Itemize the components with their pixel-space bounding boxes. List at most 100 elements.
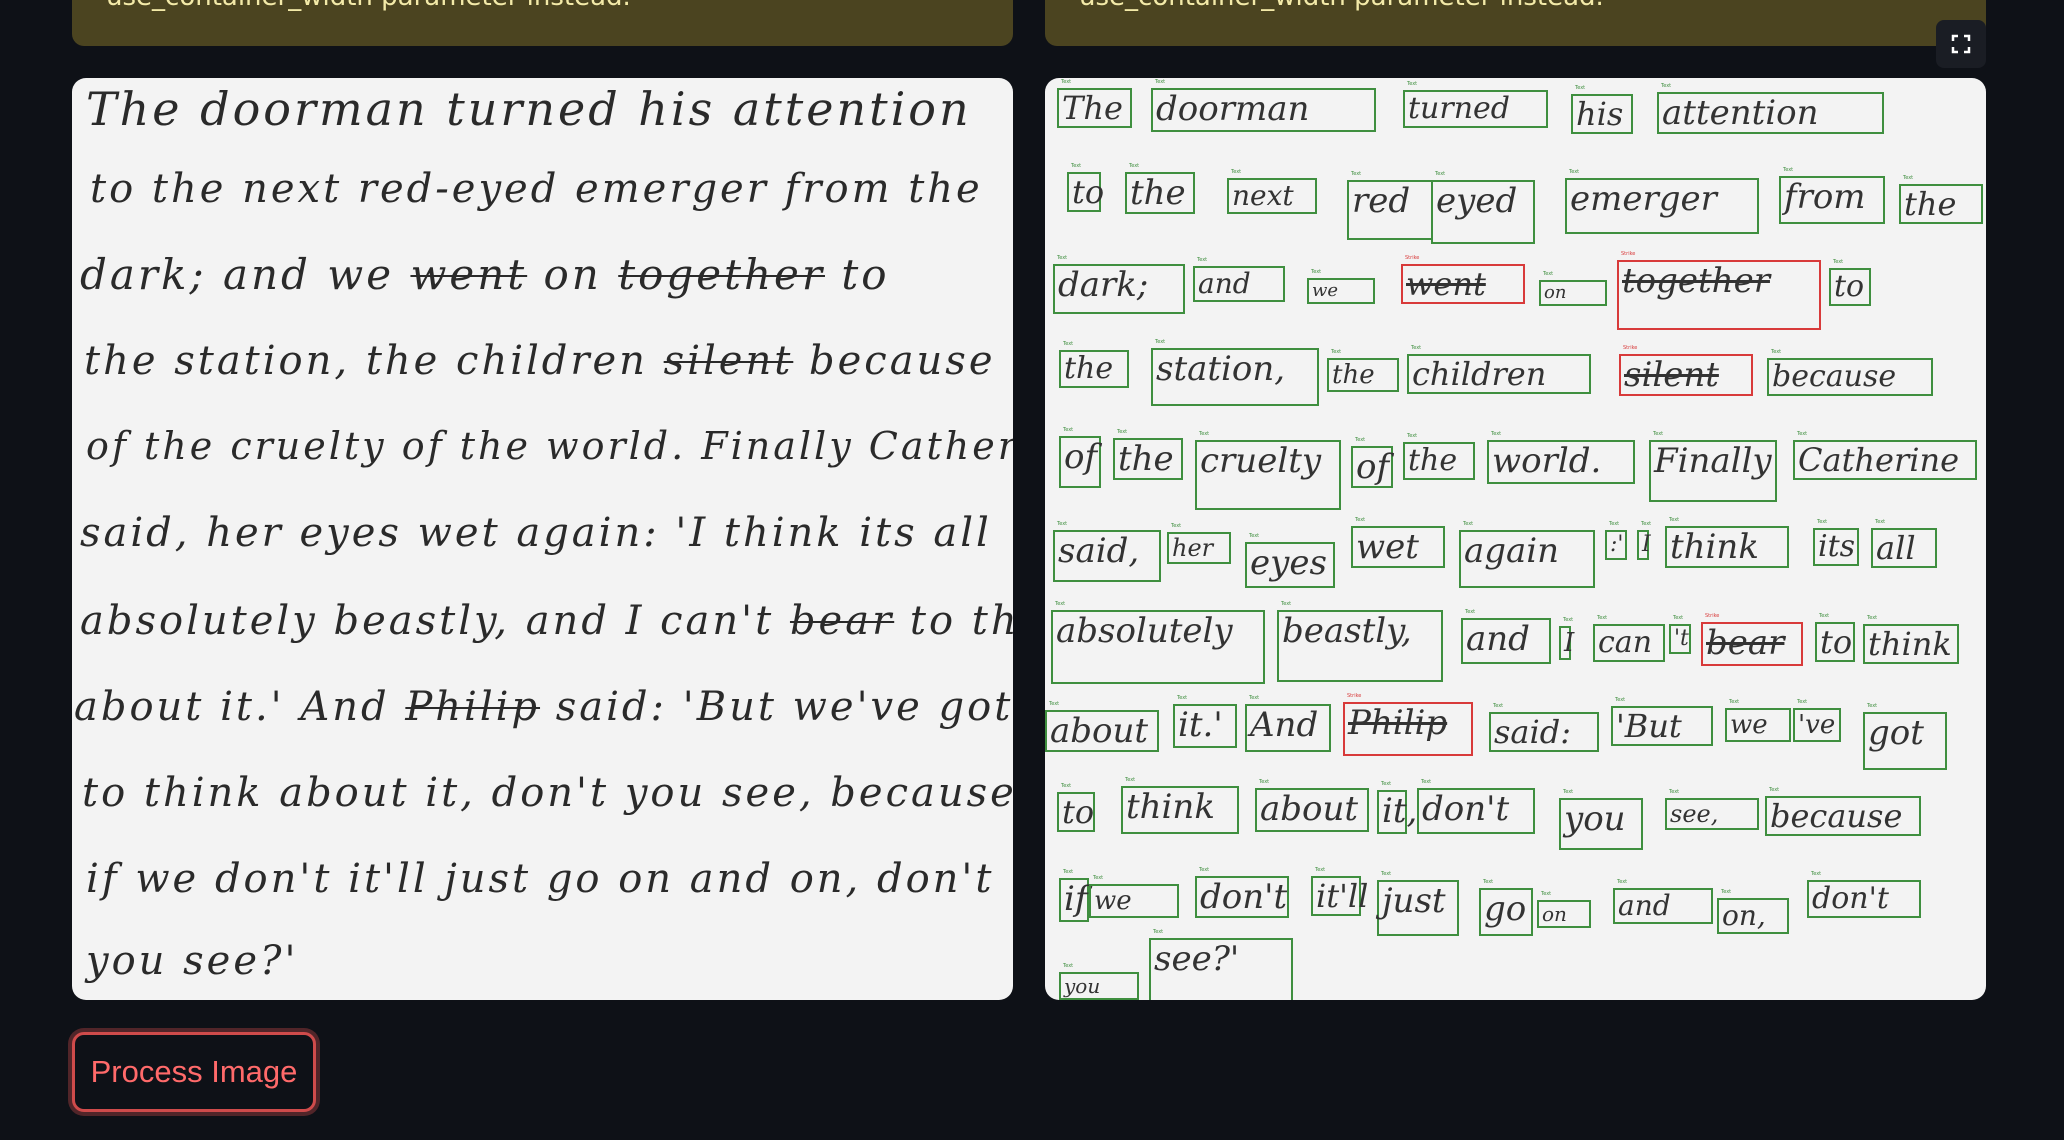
process-image-button[interactable]: Process Image [72, 1032, 316, 1112]
detection-label: Text [1117, 429, 1128, 435]
text-detection-box: Text about [1255, 780, 1369, 832]
detection-label: Text [1381, 781, 1392, 787]
text-detection-box: Text absolutely [1051, 602, 1265, 684]
handwriting-line: absolutely beastly, and I can't bear to … [80, 598, 1013, 644]
detected-word: beastly, [1282, 611, 1412, 651]
detection-label: Strike [1623, 345, 1638, 351]
detection-label: Text [1049, 701, 1060, 707]
detected-word: because [1770, 797, 1903, 835]
strike-detection-box: Strike went [1401, 256, 1525, 304]
detected-word: to [1072, 173, 1105, 211]
detected-word: about [1260, 789, 1359, 829]
detected-word: don't [1812, 881, 1889, 916]
detected-word: go [1484, 889, 1527, 929]
text-detection-box: Text the [1403, 434, 1475, 480]
deprecation-warning-left: use_container_width parameter instead. [72, 0, 1013, 46]
detection-label: Text [1435, 171, 1446, 177]
detection-label: Text [1875, 519, 1886, 525]
detection-label: Text [1541, 891, 1552, 897]
detected-word: again [1464, 531, 1560, 571]
text-detection-box: Text attention [1657, 84, 1884, 134]
handwriting-line: about it.' And Philip said: 'But we've g… [74, 684, 1013, 730]
warning-text: use_container_width parameter instead. [106, 0, 631, 12]
fullscreen-button[interactable] [1936, 20, 1986, 68]
detection-label: Text [1867, 615, 1878, 621]
struck-word: bear [789, 598, 895, 644]
handwriting-word: to [824, 250, 890, 299]
handwriting-line: said, her eyes wet again: 'I think its a… [80, 510, 992, 556]
detection-label: Text [1811, 871, 1822, 877]
detection-label: Text [1155, 79, 1166, 85]
text-detection-box: Text don't [1195, 868, 1289, 918]
detected-word: it, [1382, 791, 1418, 831]
detected-word: got [1868, 713, 1924, 753]
text-detection-box: Text again [1459, 522, 1595, 588]
detection-label: Strike [1347, 693, 1362, 699]
detection-label: Text [1055, 601, 1066, 607]
text-detection-box: Text about [1045, 702, 1159, 752]
detection-label: Text [1315, 867, 1326, 873]
handwriting-word: said: 'But we've got [540, 684, 1013, 730]
detected-word: think [1670, 527, 1759, 567]
detection-label: Text [1483, 879, 1494, 885]
detection-label: Text [1491, 431, 1502, 437]
text-detection-box: Text the [1113, 430, 1183, 480]
detection-label: Text [1563, 617, 1574, 623]
detected-word: went [1406, 265, 1486, 303]
detection-label: Text [1729, 699, 1740, 705]
detected-word: red [1352, 181, 1411, 221]
detected-word: 't [1674, 626, 1689, 651]
text-detection-box: Text and [1193, 258, 1285, 302]
detection-label: Text [1197, 257, 1208, 263]
detected-word: we [1730, 710, 1768, 740]
text-detection-box: Text the [1125, 164, 1195, 214]
detected-word: next [1232, 179, 1294, 212]
detected-word: and [1618, 889, 1671, 922]
detected-word: from [1784, 177, 1866, 217]
detection-label: Text [1569, 169, 1580, 175]
text-detection-box: Text to [1829, 260, 1871, 306]
detection-label: Text [1129, 163, 1140, 169]
detected-word: children [1412, 355, 1547, 393]
detected-word: to [1062, 793, 1095, 831]
detection-label: Text [1615, 697, 1626, 703]
text-detection-box: Text to [1067, 164, 1105, 212]
detected-word: just [1382, 881, 1446, 921]
detection-label: Text [1867, 703, 1878, 709]
handwriting-line: The doorman turned his attention [86, 82, 972, 136]
text-detection-box: Text it.' [1173, 696, 1237, 748]
detection-label: Text [1797, 699, 1808, 705]
detected-word: to [1820, 623, 1853, 661]
text-detection-box: Text said: [1489, 704, 1599, 752]
text-detection-box: Text next [1227, 170, 1317, 214]
handwriting-line: you see?' [86, 938, 299, 984]
text-detection-box: Text the [1327, 350, 1399, 392]
detection-label: Text [1563, 789, 1574, 795]
handwriting-line: of the cruelty of the world. Finally Cat… [86, 424, 1013, 468]
text-detection-box: Text wet [1351, 518, 1445, 568]
detection-label: Text [1721, 889, 1732, 895]
detection-label: Text [1063, 341, 1074, 347]
handwriting-word: because [793, 338, 996, 384]
text-detection-box: Text on [1537, 892, 1591, 928]
strike-detection-box: Strike Philip [1343, 694, 1473, 756]
detection-label: Text [1063, 869, 1074, 875]
text-detection-box: Text Finally [1649, 432, 1777, 502]
detected-word: his [1576, 95, 1624, 133]
fullscreen-icon [1951, 34, 1971, 54]
detected-word: if [1064, 879, 1088, 919]
detection-label: Text [1669, 789, 1680, 795]
text-detection-box: Text to [1057, 784, 1095, 832]
text-detection-box: Text 't [1669, 616, 1691, 654]
text-detection-box: Text see, [1665, 790, 1759, 830]
detection-label: Text [1199, 431, 1210, 437]
detected-word: you [1564, 799, 1626, 839]
text-detection-box: Text I [1637, 522, 1651, 560]
detected-word: you [1064, 974, 1101, 998]
text-detection-box: Text because [1765, 788, 1921, 836]
text-detection-box: Text of [1351, 438, 1393, 488]
detected-word: can [1598, 625, 1653, 660]
detected-word: The [1062, 89, 1123, 127]
handwriting-line: to the next red-eyed emerger from the [90, 166, 983, 212]
detected-word: the [1332, 360, 1375, 390]
